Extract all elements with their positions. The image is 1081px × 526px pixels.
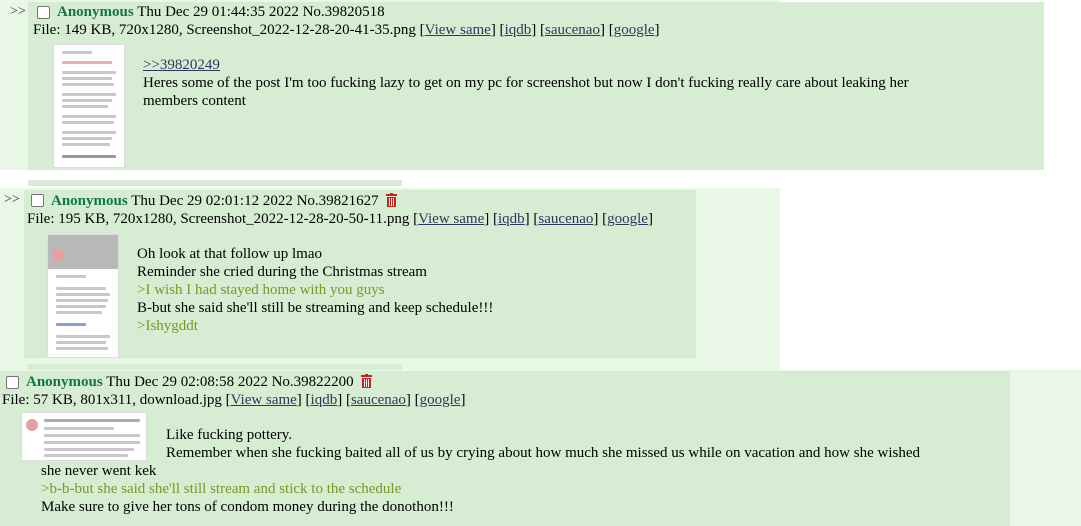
trash-icon[interactable]: [361, 374, 373, 388]
thumb-text-line: [44, 454, 128, 457]
post-select-checkbox[interactable]: [31, 194, 44, 207]
greentext-line: >b-b-but she said she'll still stream an…: [41, 481, 402, 497]
iqdb-link[interactable]: iqdb: [505, 22, 532, 38]
post-select-checkbox[interactable]: [37, 6, 50, 19]
thumb-text-line: [56, 275, 86, 278]
post-header: Anonymous Thu Dec 29 01:44:35 2022 No.39…: [57, 4, 385, 21]
post-thumbnail[interactable]: [53, 44, 125, 168]
thumb-text-line: [62, 77, 112, 80]
post-divider: [28, 364, 402, 370]
file-info: File: 195 KB, 720x1280, Screenshot_2022-…: [27, 211, 410, 227]
thumb-text-line: [56, 305, 106, 308]
post-thumbnail[interactable]: [47, 234, 119, 358]
post-message: Oh look at that follow up lmao Reminder …: [137, 245, 687, 335]
post-datetime: Thu Dec 29 02:01:12 2022: [131, 193, 293, 209]
message-line: Make sure to give her tons of condom mon…: [41, 499, 454, 515]
message-line: Reminder she cried during the Christmas …: [137, 264, 427, 280]
poster-name: Anonymous: [57, 4, 134, 20]
post-arrows[interactable]: >>: [4, 192, 20, 208]
file-info: File: 149 KB, 720x1280, Screenshot_2022-…: [33, 22, 416, 38]
thumb-text-line: [44, 434, 140, 437]
message-line: she never went kek: [41, 463, 157, 479]
view-same-link[interactable]: View same: [231, 392, 297, 408]
thumb-text-line: [62, 71, 116, 74]
google-link[interactable]: google: [607, 211, 648, 227]
thumb-text-line: [56, 347, 108, 350]
reply-quote-link[interactable]: >>39820249: [143, 56, 220, 74]
greentext-line: >Ishygddt: [137, 318, 198, 334]
thumb-text-line: [62, 51, 92, 54]
thumb-text-line: [62, 105, 108, 108]
thumb-avatar: [26, 419, 38, 431]
message-line: B-but she said she'll still be streaming…: [137, 300, 494, 316]
thumb-text-line: [62, 121, 114, 124]
post-select-checkbox[interactable]: [6, 376, 19, 389]
post-thumbnail[interactable]: [21, 412, 147, 461]
thumb-text-line: [56, 287, 106, 290]
saucenao-link[interactable]: saucenao: [351, 392, 406, 408]
google-link[interactable]: google: [420, 392, 461, 408]
iqdb-link[interactable]: iqdb: [498, 211, 525, 227]
thumb-text-line: [62, 131, 116, 134]
thumb-text-line: [56, 341, 106, 344]
view-same-link[interactable]: View same: [425, 22, 491, 38]
thumb-text-line: [62, 61, 112, 64]
thumb-text-line: [56, 335, 110, 338]
saucenao-link[interactable]: saucenao: [545, 22, 600, 38]
thumb-text-line: [44, 441, 140, 444]
iqdb-link[interactable]: iqdb: [311, 392, 338, 408]
message-line: Oh look at that follow up lmao: [137, 246, 322, 262]
thumb-avatar: [52, 249, 64, 261]
thumb-text-line: [44, 448, 134, 451]
post-message: Heres some of the post I'm too fucking l…: [143, 74, 1023, 110]
thumb-text-line: [62, 83, 114, 86]
post-header: Anonymous Thu Dec 29 02:08:58 2022 No.39…: [26, 374, 373, 391]
thumb-text-line: [56, 323, 86, 326]
thumb-text-line: [62, 99, 112, 102]
thumb-text-line: [62, 137, 112, 140]
google-link[interactable]: google: [614, 22, 655, 38]
file-info-line: File: 149 KB, 720x1280, Screenshot_2022-…: [33, 22, 660, 38]
post-header: Anonymous Thu Dec 29 02:01:12 2022 No.39…: [51, 193, 398, 210]
trash-icon[interactable]: [386, 193, 398, 207]
file-info-line: File: 195 KB, 720x1280, Screenshot_2022-…: [27, 211, 653, 227]
greentext-line: >I wish I had stayed home with you guys: [137, 282, 385, 298]
post-datetime: Thu Dec 29 01:44:35 2022: [137, 4, 299, 20]
post-number[interactable]: No.39820518: [303, 4, 385, 20]
post-arrows[interactable]: >>: [10, 4, 26, 20]
thumb-text-line: [62, 115, 116, 118]
file-info: File: 57 KB, 801x311, download.jpg: [2, 392, 222, 408]
thumb-text-line: [44, 427, 114, 430]
view-same-link[interactable]: View same: [418, 211, 484, 227]
post-message-rest: she never went kek >b-b-but she said she…: [41, 462, 1001, 516]
post-datetime: Thu Dec 29 02:08:58 2022: [106, 374, 268, 390]
thumb-text-line: [62, 155, 116, 158]
post-message-first: Like fucking pottery. Remember when she …: [166, 426, 996, 462]
message-line: Like fucking pottery.: [166, 427, 293, 443]
message-line: Remember when she fucking baited all of …: [166, 445, 921, 461]
message-line: members content: [143, 93, 246, 109]
poster-name: Anonymous: [51, 193, 128, 209]
thumb-text-line: [62, 93, 116, 96]
post-number[interactable]: No.39821627: [297, 193, 379, 209]
saucenao-link[interactable]: saucenao: [538, 211, 593, 227]
thumb-text-line: [62, 143, 110, 146]
file-info-line: File: 57 KB, 801x311, download.jpg [View…: [2, 392, 466, 408]
thumb-text-line: [56, 299, 108, 302]
message-line: Heres some of the post I'm too fucking l…: [143, 75, 909, 91]
post-divider: [28, 180, 402, 186]
poster-name: Anonymous: [26, 374, 103, 390]
post-number[interactable]: No.39822200: [272, 374, 354, 390]
thumb-text-line: [56, 311, 102, 314]
thumb-text-line: [56, 293, 110, 296]
thumb-text-line: [44, 419, 140, 422]
